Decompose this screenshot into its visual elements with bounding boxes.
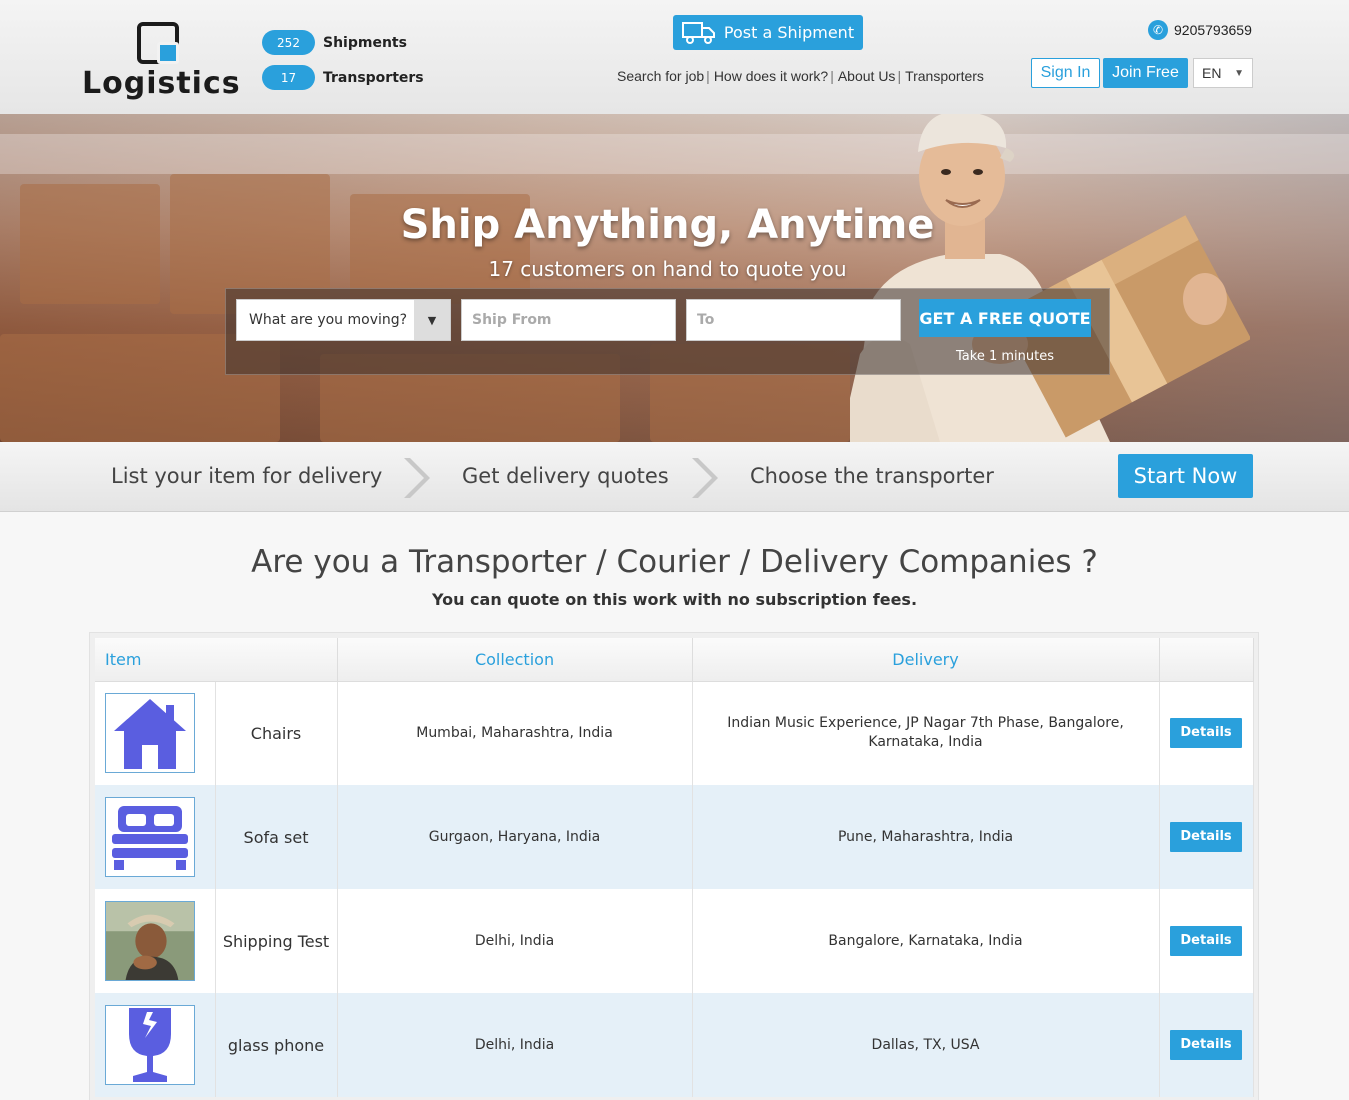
delivery-location: Pune, Maharashtra, India: [692, 785, 1160, 889]
post-shipment-label: Post a Shipment: [723, 23, 855, 42]
quote-note: Take 1 minutes: [956, 349, 1054, 364]
column-header-actions: [1159, 638, 1254, 682]
shipments-label: Shipments: [323, 34, 407, 51]
nav-transporters[interactable]: Transporters: [905, 68, 984, 84]
bed-icon: [112, 806, 188, 870]
details-button[interactable]: Details: [1170, 822, 1243, 852]
transporters-label: Transporters: [323, 69, 424, 86]
actions-cell: Details: [1159, 889, 1254, 993]
item-type-select[interactable]: What are you moving? ▼: [236, 299, 451, 341]
section-title: Are you a Transporter / Courier / Delive…: [251, 544, 1098, 580]
item-image-cell: [95, 681, 216, 785]
language-value: EN: [1202, 65, 1222, 81]
item-image-cell: [95, 993, 216, 1097]
item-thumbnail: [105, 797, 195, 877]
house-icon: [114, 699, 186, 770]
item-thumbnail: [105, 901, 195, 981]
item-type-value: What are you moving?: [249, 312, 408, 328]
shipments-count-badge: 252: [262, 30, 315, 55]
table-header-row: Item Collection Delivery: [95, 638, 1254, 682]
start-now-button[interactable]: Start Now: [1118, 454, 1253, 498]
top-nav: Search for job | How does it work? | About…: [617, 68, 984, 84]
ship-to-input[interactable]: [686, 299, 901, 341]
item-image-cell: [95, 785, 216, 889]
actions-cell: Details: [1159, 785, 1254, 889]
get-free-quote-button[interactable]: GET A FREE QUOTE: [919, 299, 1091, 337]
sign-in-button[interactable]: Sign In: [1031, 58, 1100, 88]
nav-search-for-job[interactable]: Search for job: [617, 68, 704, 84]
truck-icon: [681, 21, 715, 44]
collection-location: Mumbai, Maharashtra, India: [337, 681, 693, 785]
table-row[interactable]: Sofa set Gurgaon, Haryana, India Pune, M…: [95, 785, 1254, 889]
section-subtitle: You can quote on this work with no subsc…: [431, 590, 918, 609]
logo-text: Logistics: [82, 66, 241, 101]
step-list-item: List your item for delivery: [111, 464, 383, 488]
details-button[interactable]: Details: [1170, 1030, 1243, 1060]
table-row[interactable]: Chairs Mumbai, Maharashtra, India Indian…: [95, 681, 1254, 785]
steps-bar: List your item for delivery Get delivery…: [0, 442, 1349, 512]
delivery-location: Indian Music Experience, JP Nagar 7th Ph…: [692, 681, 1160, 785]
item-thumbnail: [105, 1005, 195, 1085]
transporters-stat: 17 Transporters: [262, 65, 424, 90]
hero-subtitle: 17 customers on hand to quote you: [488, 257, 847, 281]
collection-location: Delhi, India: [337, 889, 693, 993]
delivery-location: Bangalore, Karnataka, India: [692, 889, 1160, 993]
phone-contact[interactable]: ✆ 9205793659: [1148, 20, 1252, 40]
table-row[interactable]: Shipping Test Delhi, India Bangalore, Ka…: [95, 889, 1254, 993]
transporters-count-badge: 17: [262, 65, 315, 90]
step-choose-transporter: Choose the transporter: [750, 464, 994, 488]
logo-mark-icon: [137, 22, 179, 64]
collection-location: Delhi, India: [337, 993, 693, 1097]
phone-icon: ✆: [1148, 20, 1168, 40]
nav-about-us[interactable]: About Us: [838, 68, 896, 84]
shipments-table-container: Item Collection Delivery Chairs Mumbai, …: [89, 632, 1259, 1100]
shipments-stat: 252 Shipments: [262, 30, 407, 55]
chevron-right-icon: [404, 458, 430, 498]
item-name: Shipping Test: [215, 889, 338, 993]
item-name: Chairs: [215, 681, 338, 785]
ship-from-input[interactable]: [461, 299, 676, 341]
step-get-quotes: Get delivery quotes: [462, 464, 669, 488]
site-header: Logistics 252 Shipments 17 Transporters …: [0, 0, 1349, 114]
column-header-collection: Collection: [337, 638, 693, 682]
chevron-down-icon: ▼: [1234, 67, 1244, 79]
column-header-item: Item: [95, 638, 338, 682]
logo[interactable]: Logistics: [82, 22, 242, 102]
post-shipment-button[interactable]: Post a Shipment: [673, 15, 863, 50]
phone-number: 9205793659: [1174, 22, 1252, 38]
item-name: glass phone: [215, 993, 338, 1097]
person-photo: [106, 902, 194, 980]
nav-how-it-works[interactable]: How does it work?: [714, 68, 828, 84]
actions-cell: Details: [1159, 993, 1254, 1097]
hero-title: Ship Anything, Anytime: [400, 202, 935, 248]
collection-location: Gurgaon, Haryana, India: [337, 785, 693, 889]
item-image-cell: [95, 889, 216, 993]
delivery-location: Dallas, TX, USA: [692, 993, 1160, 1097]
item-name: Sofa set: [215, 785, 338, 889]
hero-banner: Ship Anything, Anytime 17 customers on h…: [0, 114, 1349, 442]
chevron-down-icon: ▼: [414, 300, 450, 340]
fragile-glass-icon: [129, 1008, 171, 1082]
column-header-delivery: Delivery: [692, 638, 1160, 682]
details-button[interactable]: Details: [1170, 926, 1243, 956]
table-row[interactable]: glass phone Delhi, India Dallas, TX, USA…: [95, 993, 1254, 1097]
item-thumbnail: [105, 693, 195, 774]
actions-cell: Details: [1159, 681, 1254, 785]
shipments-table: Item Collection Delivery Chairs Mumbai, …: [95, 638, 1254, 1097]
chevron-right-icon: [692, 458, 718, 498]
details-button[interactable]: Details: [1170, 718, 1243, 749]
language-select[interactable]: EN ▼: [1193, 58, 1253, 88]
quote-form: What are you moving? ▼ GET A FREE QUOTE …: [225, 288, 1110, 375]
join-free-button[interactable]: Join Free: [1103, 58, 1188, 88]
